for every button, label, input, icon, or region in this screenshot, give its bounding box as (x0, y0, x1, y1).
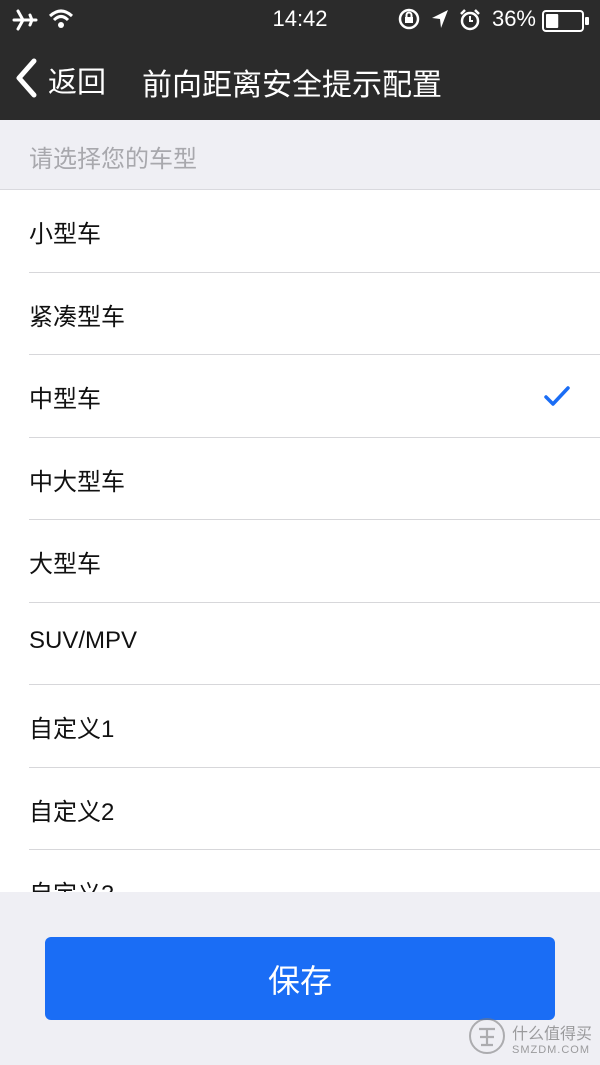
list-item[interactable]: 自定义1 (0, 685, 600, 768)
list-item-label: 小型车 (29, 221, 101, 248)
watermark-cn: 什么值得买 (511, 1024, 592, 1043)
navigation-bar: 返回 前向距离安全提示配置 (0, 40, 600, 120)
section-header-label: 请选择您的车型 (29, 145, 197, 173)
top-bar: 14:42 36% 返回 前向距离安全提示配置 (0, 0, 600, 120)
list-item[interactable]: 自定义2 (0, 768, 600, 851)
list-item[interactable]: 中大型车 (0, 438, 600, 521)
list-item-label: 紧凑型车 (29, 303, 125, 331)
footer: 保存 什么值得买 SMZDM.COM (0, 892, 600, 1065)
page-title: 前向距离安全提示配置 (142, 68, 442, 103)
battery-percent: 36% (491, 6, 536, 31)
status-bar: 14:42 36% (0, 0, 600, 40)
watermark-en: SMZDM.COM (511, 1044, 591, 1056)
alarm-icon (458, 8, 482, 36)
save-button[interactable]: 保存 (45, 937, 555, 1020)
orientation-lock-icon (398, 8, 420, 34)
list-item-label: 自定义1 (29, 716, 115, 743)
list-item-label: SUV/MPV (29, 626, 138, 654)
chevron-left-icon (14, 58, 38, 102)
back-label: 返回 (48, 65, 107, 99)
location-arrow-icon (430, 8, 450, 34)
list-item-label: 自定义2 (29, 798, 115, 826)
section-header: 请选择您的车型 (0, 120, 600, 190)
watermark: 什么值得买 SMZDM.COM (468, 1017, 592, 1059)
checkmark-icon (544, 385, 570, 411)
vehicle-type-list[interactable]: 小型车 紧凑型车 中型车 中大型车 大型车 SUV/MPV 自定义1 自定义2 … (0, 190, 600, 892)
list-item[interactable]: 自定义3 (0, 850, 600, 892)
list-item-label: 自定义3 (29, 874, 114, 892)
list-item-label: 大型车 (29, 551, 101, 578)
list-item[interactable]: SUV/MPV (0, 603, 600, 686)
list-item-label: 中大型车 (29, 468, 125, 496)
battery-icon (542, 10, 590, 36)
list-item-label: 中型车 (29, 386, 101, 413)
list-item[interactable]: 大型车 (0, 520, 600, 603)
list-item[interactable]: 小型车 (0, 190, 600, 273)
back-button[interactable]: 返回 (14, 58, 106, 102)
list-item[interactable]: 紧凑型车 (0, 273, 600, 356)
list-item[interactable]: 中型车 (0, 355, 600, 438)
smzdm-logo-icon (468, 1017, 506, 1059)
